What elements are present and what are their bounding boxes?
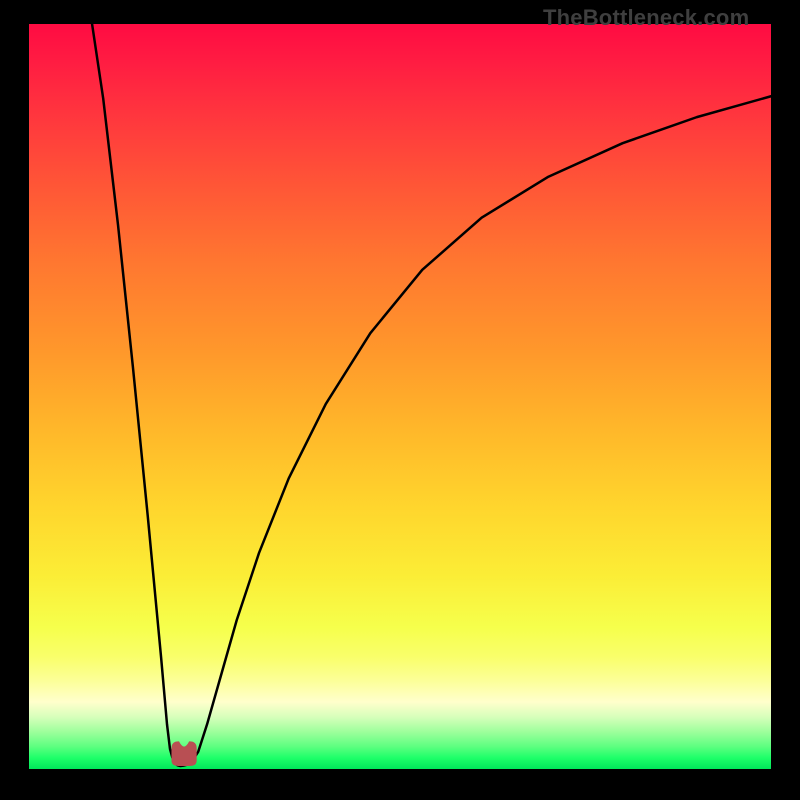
- notch-marker: [171, 741, 196, 766]
- bottleneck-curve: [92, 24, 771, 766]
- chart-svg: [0, 0, 800, 800]
